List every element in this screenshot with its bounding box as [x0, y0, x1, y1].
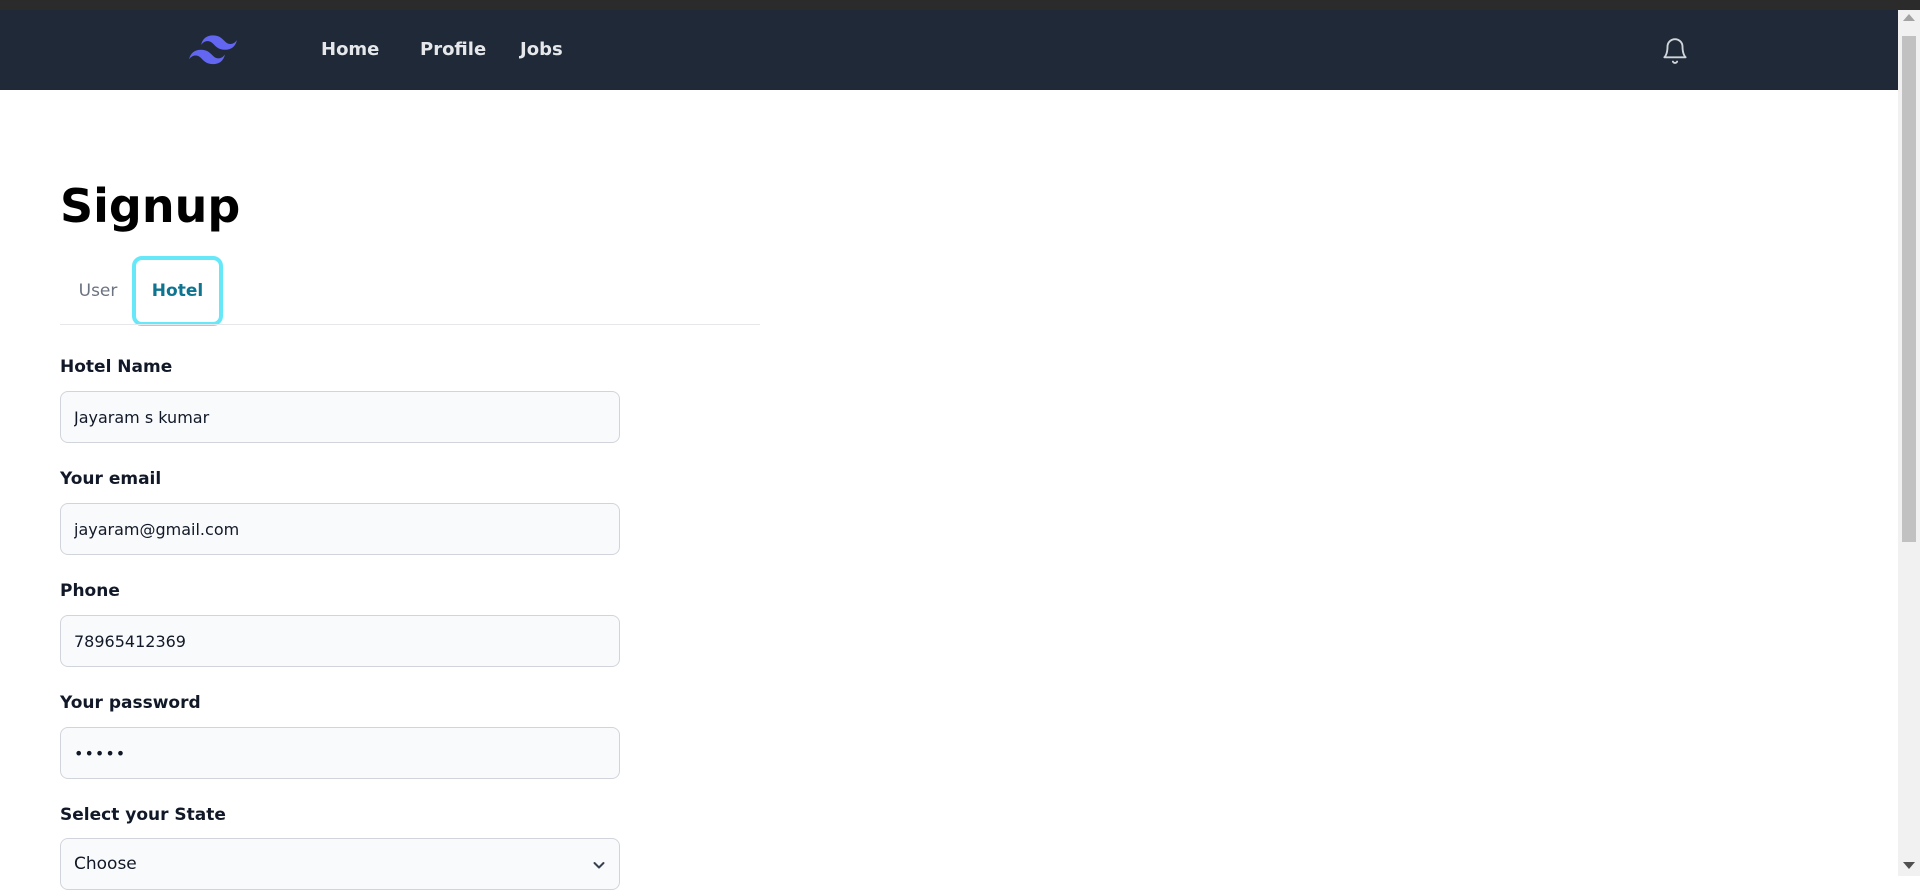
tailwind-logo-icon[interactable]	[189, 34, 237, 66]
tabs-divider	[60, 324, 760, 325]
nav-link-home[interactable]: Home	[321, 39, 379, 61]
hotel-name-input[interactable]	[60, 391, 620, 443]
nav-link-jobs[interactable]: Jobs	[520, 39, 563, 61]
scroll-down-arrow-icon[interactable]	[1903, 862, 1915, 869]
phone-input[interactable]	[60, 615, 620, 667]
scrollbar-thumb[interactable]	[1902, 36, 1916, 542]
email-input[interactable]	[60, 503, 620, 555]
hotel-name-label: Hotel Name	[60, 357, 173, 377]
navbar: Home Profile Jobs	[0, 10, 1898, 90]
tab-user[interactable]: User	[60, 256, 136, 326]
nav-link-profile[interactable]: Profile	[420, 39, 486, 61]
state-select-value: Choose	[74, 854, 137, 874]
chevron-down-icon	[593, 862, 605, 869]
email-label: Your email	[60, 469, 162, 489]
browser-top-strip	[0, 0, 1920, 10]
bell-icon[interactable]	[1660, 35, 1690, 67]
tab-hotel[interactable]: Hotel	[132, 256, 223, 326]
page-title: Signup	[60, 179, 241, 233]
password-input[interactable]	[60, 727, 620, 779]
password-label: Your password	[60, 693, 201, 713]
phone-label: Phone	[60, 581, 120, 601]
state-select[interactable]: Choose	[60, 838, 620, 890]
state-label: Select your State	[60, 805, 226, 825]
scroll-up-arrow-icon[interactable]	[1903, 14, 1915, 21]
